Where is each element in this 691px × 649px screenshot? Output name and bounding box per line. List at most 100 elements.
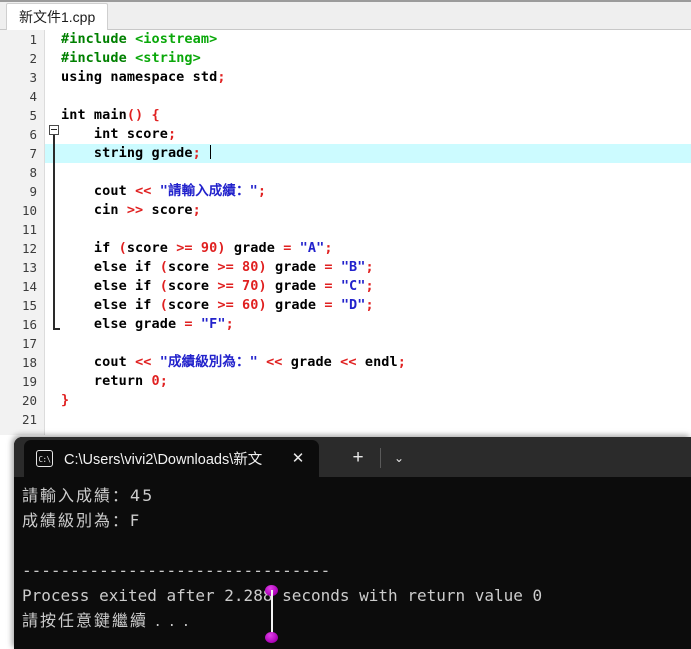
code-token: = [324,259,333,275]
code-token: grade [282,354,341,370]
code-text: using namespace std; [61,68,226,87]
code-line-list: 1 #include <iostream> 2 #include <string> 3 u… [0,30,691,429]
line-number: 1 [29,32,37,47]
code-token: ; [192,202,201,218]
code-token: >= [217,259,234,275]
terminal-output-area[interactable]: 請輸入成績：45 成績級別為：F ------------------------… [14,477,691,649]
code-token: ) [258,297,267,313]
code-token: "C" [340,278,366,294]
code-token: else if [61,278,160,294]
code-token: " [249,183,258,199]
code-text: cout << "成績級別為：" << grade << endl; [61,353,406,372]
code-text: else grade = "F"; [61,315,234,334]
code-line[interactable]: 11 [0,220,691,239]
code-token: "A" [299,240,325,256]
editor-tab-file[interactable]: 新文件1.cpp [6,3,109,30]
close-icon[interactable]: ✕ [285,446,311,472]
code-token: << [340,354,357,370]
chevron-down-icon[interactable]: ⌄ [387,446,411,470]
code-line[interactable]: 21 [0,410,691,429]
code-token: using namespace std [61,69,218,85]
terminal-tab-title: C:\Users\vivi2\Downloads\新文 [64,452,263,468]
code-line[interactable]: 2 #include <string> [0,49,691,68]
line-number: 20 [21,393,37,408]
code-token: else if [61,297,160,313]
code-token: score [167,278,218,294]
code-token: ; [167,126,177,142]
code-line[interactable]: 15 else if (score >= 60) grade = "D"; [0,296,691,315]
code-line[interactable]: 20} [0,391,691,410]
code-token: "F" [200,316,226,332]
code-line[interactable]: 12 if (score >= 90) grade = "A"; [0,239,691,258]
terminal-tab[interactable]: C:\ C:\Users\vivi2\Downloads\新文 ✕ [24,440,319,477]
code-token: endl [356,354,398,370]
code-token: 70 [242,278,259,294]
code-token: ; [365,278,374,294]
terminal-line: -------------------------------- [22,561,331,580]
code-token: ; [225,316,234,332]
code-editing-area[interactable]: 1 #include <iostream> 2 #include <string> 3 u… [0,30,691,435]
code-line[interactable]: 7 string grade; [0,144,691,163]
code-token: grade [126,316,185,332]
line-number: 17 [21,336,37,351]
line-number: 14 [21,279,37,294]
code-token: >= [176,240,193,256]
code-line[interactable]: 14 else if (score >= 70) grade = "C"; [0,277,691,296]
line-number: 12 [21,241,37,256]
line-number: 15 [21,298,37,313]
code-token: ; [192,145,201,161]
code-text: else if (score >= 60) grade = "D"; [61,296,374,315]
code-token: cin [61,202,127,218]
code-token: ; [257,183,267,199]
code-token: ( [159,259,168,275]
line-number: 4 [29,89,37,104]
code-line[interactable]: 19 return 0; [0,372,691,391]
code-token: ( [159,297,168,313]
code-line[interactable]: 16 else grade = "F"; [0,315,691,334]
code-line[interactable]: 4 [0,87,691,106]
line-number: 6 [29,127,37,142]
line-number: 5 [29,108,37,123]
code-line[interactable]: 13 else if (score >= 80) grade = "B"; [0,258,691,277]
code-line[interactable]: 9 cout << "請輸入成績："; [0,182,691,201]
code-token: grade [266,259,325,275]
code-text: #include <iostream> [61,30,217,49]
code-token: >= [217,278,234,294]
editor-tab-strip: 新文件1.cpp [0,0,691,30]
code-line[interactable]: 10 cin >> score; [0,201,691,220]
text-caret [209,145,212,159]
code-token: if [61,240,119,256]
code-token: 90 [200,240,218,256]
code-token: ) [258,259,267,275]
code-token: return [61,373,152,389]
line-number: 2 [29,51,37,66]
code-token: score [167,297,218,313]
code-token: = [184,316,193,332]
code-token: ; [365,259,374,275]
command-prompt-icon-text: C:\ [38,455,51,464]
code-text: #include <string> [61,49,201,68]
code-line[interactable]: 5 int main() { [0,106,691,125]
code-token: } [61,392,70,408]
code-line[interactable]: 17 [0,334,691,353]
code-line[interactable]: 1 #include <iostream> [0,30,691,49]
code-line[interactable]: 3 using namespace std; [0,68,691,87]
code-token: 60 [242,297,259,313]
code-line[interactable]: 6 int score; [0,125,691,144]
line-number: 16 [21,317,37,332]
code-text: cout << "請輸入成績："; [61,182,266,201]
code-token: { [151,107,160,123]
fold-guide[interactable] [49,125,60,335]
code-token: () [126,107,144,123]
plus-icon[interactable]: + [344,445,372,471]
code-line[interactable]: 8 [0,163,691,182]
fold-collapse-icon[interactable] [49,125,59,135]
code-line[interactable]: 18 cout << "成績級別為：" << grade << endl; [0,353,691,372]
line-number: 3 [29,70,37,85]
code-token: 80 [242,259,259,275]
